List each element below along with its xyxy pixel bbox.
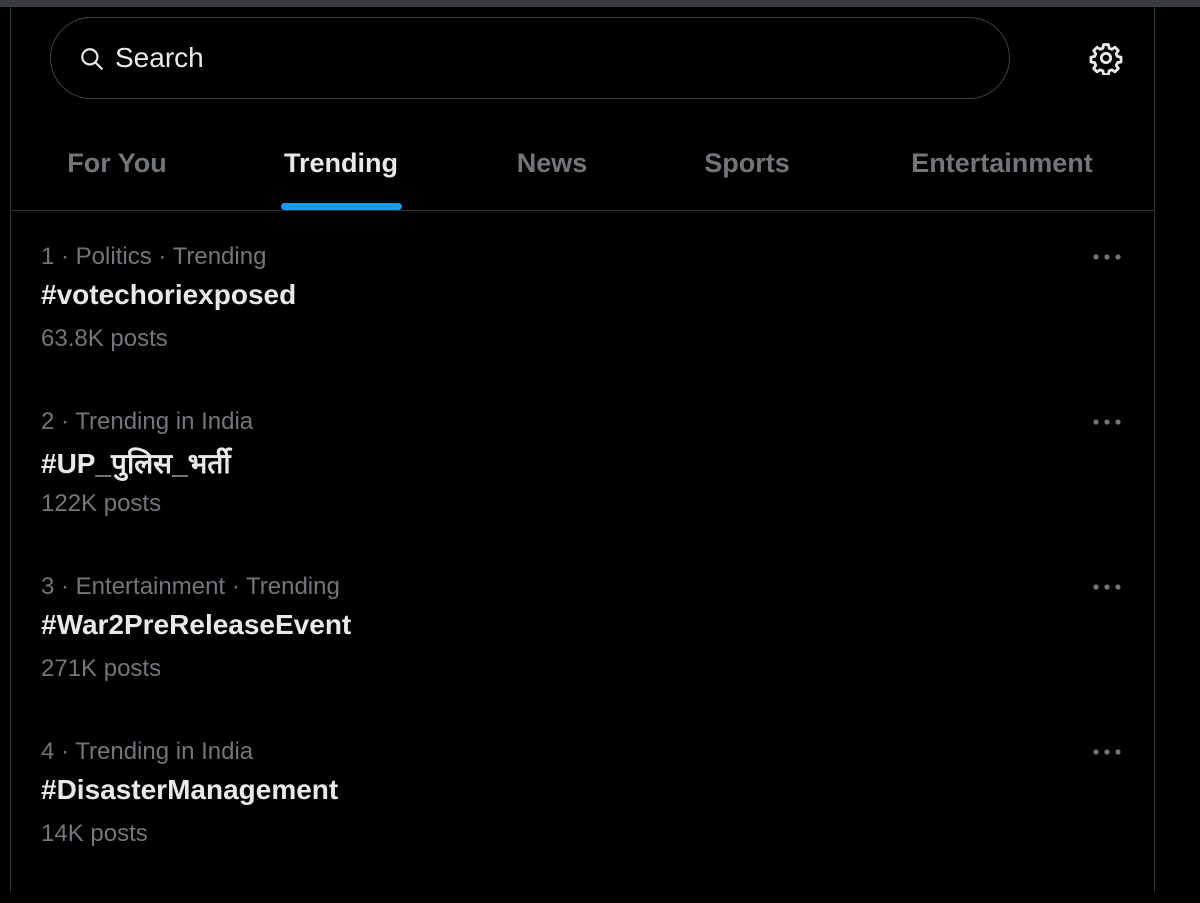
- trend-meta: 1 · Politics · Trending: [41, 243, 267, 270]
- trend-meta: 3 · Entertainment · Trending: [41, 573, 340, 600]
- tab-news[interactable]: News: [473, 117, 631, 210]
- trend-post-count: 63.8K posts: [41, 325, 168, 352]
- more-horizontal-icon[interactable]: [1091, 581, 1123, 593]
- search-icon: [81, 48, 103, 70]
- active-tab-indicator: [281, 203, 402, 210]
- more-horizontal-icon[interactable]: [1091, 746, 1123, 758]
- explore-tabs: For You Trending News Sports Entertainme…: [11, 117, 1154, 211]
- tab-for-you[interactable]: For You: [31, 117, 203, 210]
- trend-meta: 4 · Trending in India: [41, 738, 254, 765]
- right-gutter: [1156, 7, 1200, 892]
- trend-post-count: 122K posts: [41, 490, 162, 517]
- tab-label: For You: [67, 148, 167, 178]
- trend-title: #votechoriexposed: [41, 279, 297, 310]
- trend-item[interactable]: 2 · Trending in India #UP_पुलिस_भर्ती 12…: [11, 408, 1154, 573]
- window-top-strip: [0, 0, 1200, 7]
- tab-label: Sports: [704, 148, 790, 178]
- trend-post-count: 271K posts: [41, 655, 162, 682]
- search-bar[interactable]: [50, 17, 1010, 99]
- trend-item[interactable]: 3 · Entertainment · Trending #War2PreRel…: [11, 573, 1154, 738]
- more-horizontal-icon[interactable]: [1091, 416, 1123, 428]
- trend-meta: 2 · Trending in India: [41, 408, 254, 435]
- trend-title: #UP_पुलिस_भर्ती: [41, 448, 231, 479]
- gear-icon[interactable]: [1089, 41, 1123, 75]
- trend-title: #War2PreReleaseEvent: [41, 609, 352, 640]
- trend-item[interactable]: 4 · Trending in India #DisasterManagemen…: [11, 738, 1154, 903]
- tab-trending[interactable]: Trending: [249, 117, 433, 210]
- trend-post-count: 14K posts: [41, 820, 148, 847]
- more-horizontal-icon[interactable]: [1091, 251, 1123, 263]
- trend-item[interactable]: 1 · Politics · Trending #votechoriexpose…: [11, 243, 1154, 408]
- search-input[interactable]: [115, 38, 975, 78]
- tab-entertainment[interactable]: Entertainment: [877, 117, 1127, 210]
- tab-label: News: [516, 148, 588, 178]
- tab-label: Trending: [284, 148, 398, 178]
- tab-sports[interactable]: Sports: [663, 117, 831, 210]
- tab-label: Entertainment: [911, 148, 1093, 178]
- explore-column: For You Trending News Sports Entertainme…: [10, 7, 1155, 892]
- trend-title: #DisasterManagement: [41, 774, 339, 805]
